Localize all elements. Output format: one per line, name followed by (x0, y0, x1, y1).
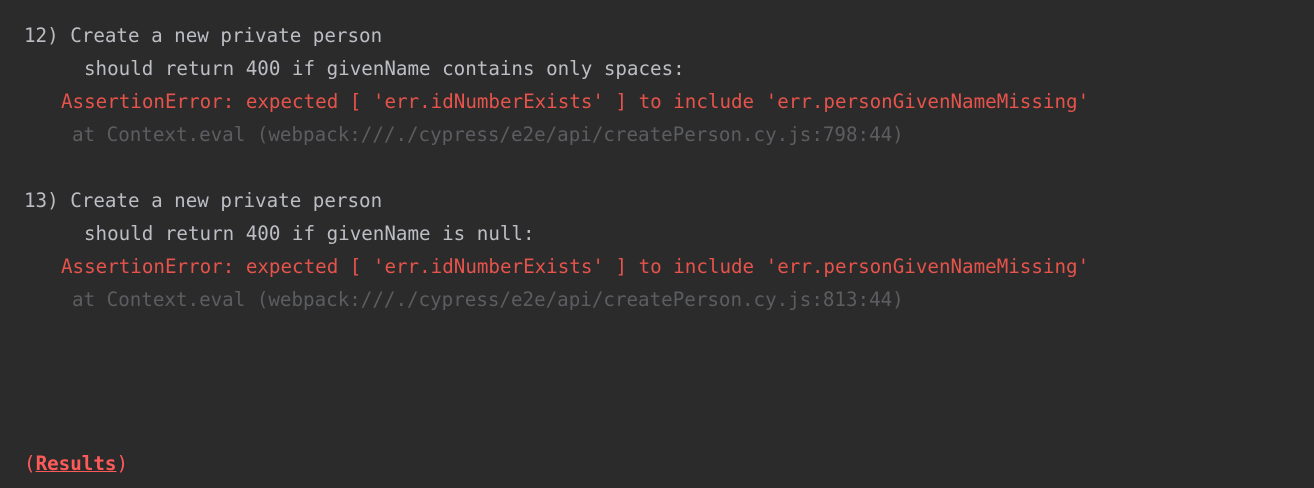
results-open-paren: ( (24, 452, 36, 475)
results-close-paren: ) (116, 452, 128, 475)
failure-number: 13) (24, 189, 59, 212)
failure-title: 12) Create a new private person (24, 24, 382, 48)
suite-name: Create a new private person (70, 189, 383, 212)
results-link[interactable]: Results (36, 452, 117, 475)
stack-trace: at Context.eval (webpack:///./cypress/e2… (72, 123, 904, 146)
test-name: should return 400 if givenName is null: (84, 222, 535, 245)
failure-title: 13) Create a new private person (24, 189, 382, 213)
results-line: (Results) (24, 452, 128, 476)
test-name: should return 400 if givenName contains … (84, 57, 685, 80)
stack-trace: at Context.eval (webpack:///./cypress/e2… (72, 288, 904, 311)
failure-number: 12) (24, 24, 59, 47)
suite-name: Create a new private person (70, 24, 383, 47)
assertion-error: AssertionError: expected [ 'err.idNumber… (61, 255, 1090, 278)
assertion-error: AssertionError: expected [ 'err.idNumber… (61, 90, 1090, 113)
